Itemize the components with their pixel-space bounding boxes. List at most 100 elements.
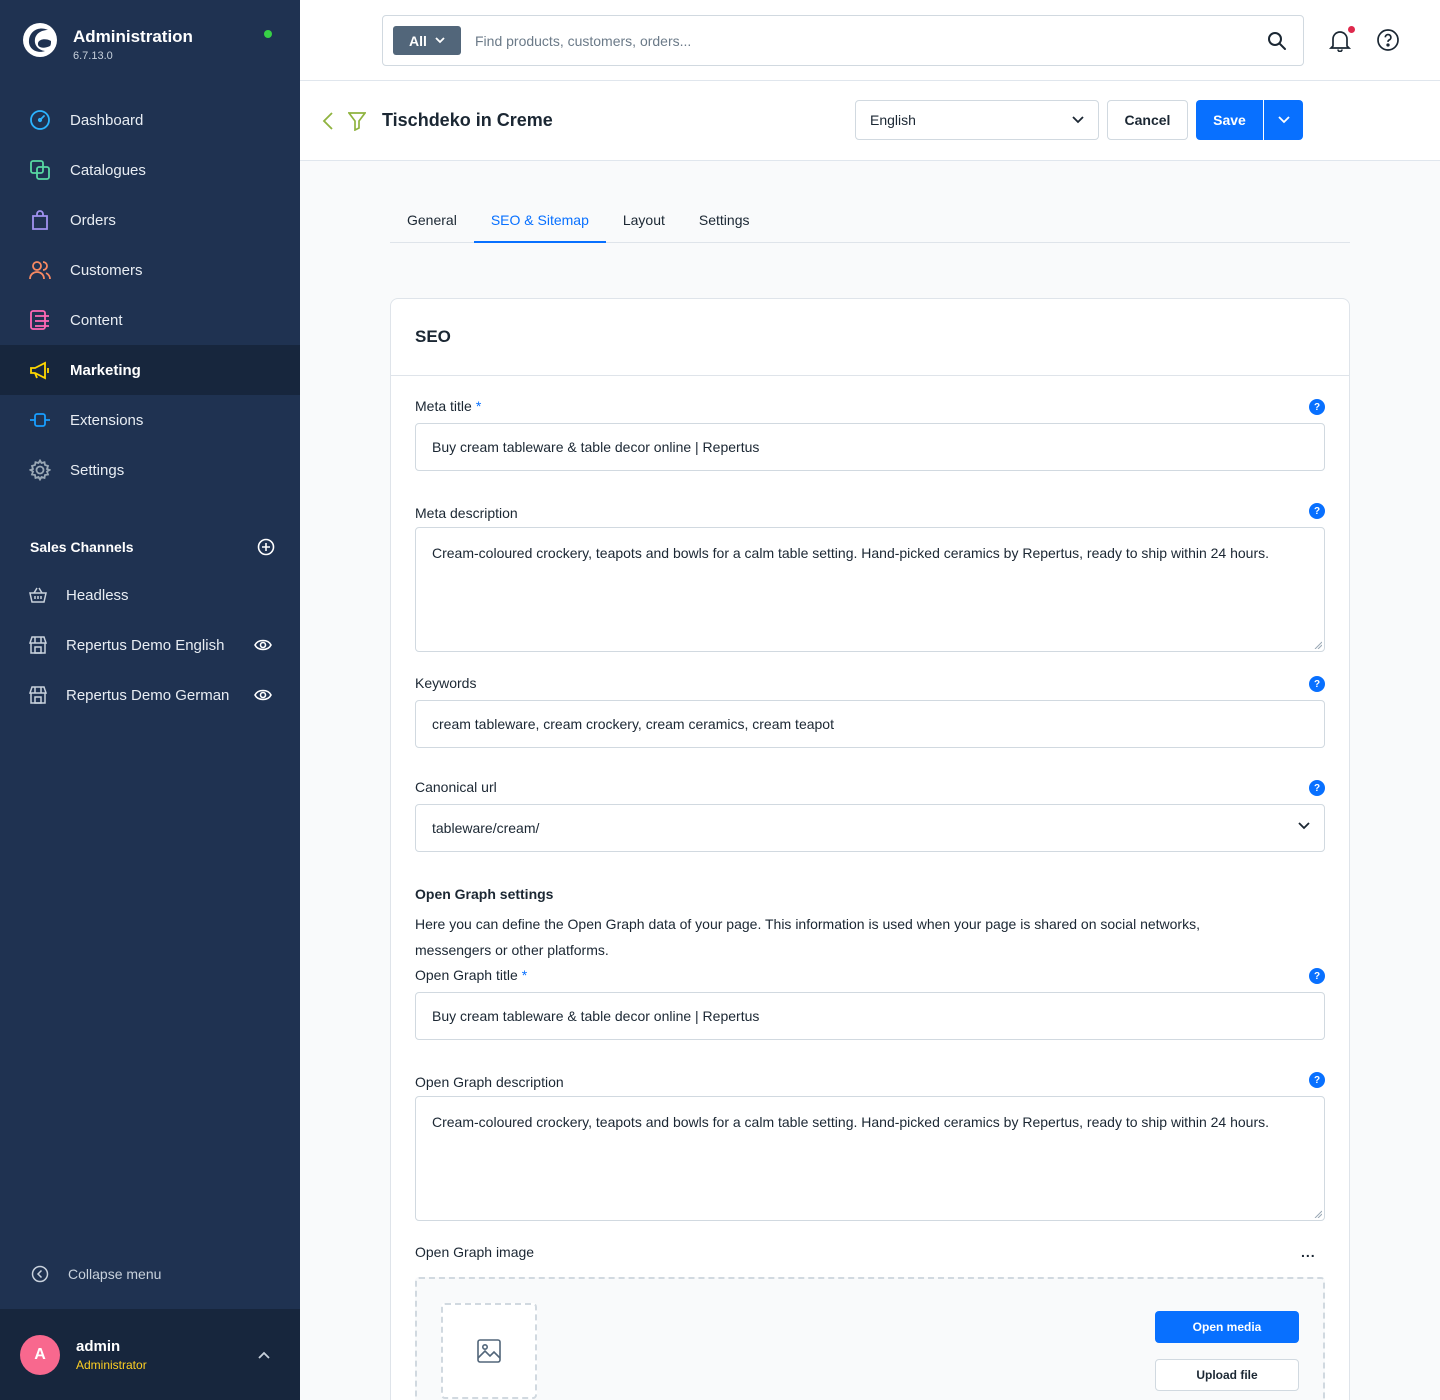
resize-handle-icon[interactable] — [1314, 1210, 1322, 1218]
more-options-icon[interactable]: ... — [1301, 1244, 1316, 1260]
keywords-label: Keywords — [415, 675, 477, 691]
canonical-url-label: Canonical url — [415, 779, 497, 795]
tab-general[interactable]: General — [390, 199, 474, 242]
og-image-label: Open Graph image — [415, 1244, 535, 1260]
language-value: English — [870, 112, 916, 128]
save-button[interactable]: Save — [1196, 100, 1263, 140]
app-version: 6.7.13.0 — [73, 50, 113, 62]
nav-label: Dashboard — [70, 111, 144, 129]
chevron-down-icon — [1072, 116, 1084, 124]
og-title-input[interactable]: Buy cream tableware & table decor online… — [415, 992, 1325, 1040]
collapse-menu-label: Collapse menu — [68, 1266, 162, 1282]
nav-label: Orders — [70, 211, 116, 229]
search-type-label: All — [409, 32, 427, 49]
catalogues-icon — [28, 158, 52, 182]
storefront-icon — [29, 633, 47, 657]
tab-seo-sitemap[interactable]: SEO & Sitemap — [473, 199, 606, 243]
user-role: Administrator — [76, 1357, 147, 1372]
image-placeholder-icon — [477, 1339, 501, 1363]
card-title: SEO — [391, 299, 1349, 376]
help-tooltip-icon[interactable]: ? — [1309, 399, 1325, 415]
help-tooltip-icon[interactable]: ? — [1309, 676, 1325, 692]
sales-channel-repertus-en[interactable]: Repertus Demo English — [0, 620, 300, 670]
meta-title-input[interactable]: Buy cream tableware & table decor online… — [415, 423, 1325, 471]
eye-icon[interactable] — [254, 688, 272, 702]
meta-description-value: Cream-coloured crockery, teapots and bow… — [432, 545, 1270, 561]
canonical-url-value: tableware/cream/ — [432, 820, 540, 836]
upload-file-button[interactable]: Upload file — [1155, 1359, 1299, 1391]
extensions-icon — [28, 408, 52, 432]
search-input[interactable] — [475, 16, 1267, 65]
nav-item-orders[interactable]: Orders — [0, 195, 300, 245]
online-status-dot — [264, 30, 272, 38]
chevron-down-icon — [1298, 822, 1310, 830]
save-options-button[interactable] — [1264, 100, 1303, 140]
nav-item-catalogues[interactable]: Catalogues — [0, 145, 300, 195]
tab-settings[interactable]: Settings — [682, 199, 767, 242]
chevron-left-circle-icon — [30, 1264, 50, 1284]
chevron-up-icon[interactable] — [258, 1351, 270, 1359]
topbar: All — [300, 0, 1440, 81]
chevron-down-icon — [435, 37, 445, 44]
og-description-label: Open Graph description — [415, 1074, 564, 1090]
marketing-icon — [28, 358, 52, 382]
canonical-url-select[interactable]: tableware/cream/ — [415, 804, 1325, 852]
required-asterisk: * — [475, 398, 482, 414]
avatar: A — [20, 1334, 60, 1375]
chevron-down-icon — [1277, 116, 1290, 124]
meta-description-textarea[interactable]: Cream-coloured crockery, teapots and bow… — [415, 527, 1325, 652]
nav-item-dashboard[interactable]: Dashboard — [0, 95, 300, 145]
language-switch[interactable]: English — [855, 100, 1099, 140]
help-tooltip-icon[interactable]: ? — [1309, 1072, 1325, 1088]
nav-item-customers[interactable]: Customers — [0, 245, 300, 295]
keywords-input[interactable]: cream tableware, cream crockery, cream c… — [415, 700, 1325, 748]
add-sales-channel-icon[interactable] — [257, 538, 275, 556]
nav-item-extensions[interactable]: Extensions — [0, 395, 300, 445]
help-icon[interactable] — [1376, 28, 1400, 52]
nav-label: Marketing — [70, 361, 141, 379]
smart-bar: Tischdeko in Creme English Cancel Save — [300, 81, 1440, 161]
shopware-logo-icon — [23, 23, 57, 57]
og-description-value: Cream-coloured crockery, teapots and bow… — [432, 1114, 1270, 1130]
sales-channel-label: Repertus Demo English — [66, 636, 225, 654]
sales-channel-label: Headless — [66, 586, 129, 604]
sales-channel-list: Headless Repertus Demo English Repertus … — [0, 570, 300, 720]
open-media-button[interactable]: Open media — [1155, 1311, 1299, 1343]
seo-card: SEO Meta title * ? Buy cream tableware & … — [390, 298, 1350, 1400]
open-graph-description-text: Here you can define the Open Graph data … — [415, 916, 1200, 958]
search-icon[interactable] — [1267, 31, 1287, 51]
search-type-dropdown[interactable]: All — [393, 26, 461, 55]
og-description-textarea[interactable]: Cream-coloured crockery, teapots and bow… — [415, 1096, 1325, 1221]
meta-title-label-text: Meta title — [415, 398, 472, 414]
help-tooltip-icon[interactable]: ? — [1309, 780, 1325, 796]
basket-icon — [29, 583, 47, 607]
help-tooltip-icon[interactable]: ? — [1309, 503, 1325, 519]
eye-icon[interactable] — [254, 638, 272, 652]
brand[interactable]: Administration 6.7.13.0 — [22, 22, 193, 62]
sales-channel-label: Repertus Demo German — [66, 686, 230, 704]
meta-description-label: Meta description — [415, 505, 518, 521]
dynamic-group-filter-icon — [348, 112, 366, 131]
tab-layout[interactable]: Layout — [606, 199, 682, 242]
media-upload-dropzone[interactable]: Open media Upload file — [415, 1277, 1325, 1400]
user-name: admin — [76, 1337, 121, 1355]
back-arrow-icon[interactable] — [320, 111, 338, 131]
storefront-icon — [29, 683, 47, 707]
sales-channel-headless[interactable]: Headless — [0, 570, 300, 620]
nav-item-settings[interactable]: Settings — [0, 445, 300, 495]
sales-channel-repertus-de[interactable]: Repertus Demo German — [0, 670, 300, 720]
settings-icon — [28, 458, 52, 482]
collapse-menu-button[interactable]: Collapse menu — [30, 1264, 161, 1284]
global-search: All — [382, 15, 1304, 66]
nav-item-content[interactable]: Content — [0, 295, 300, 345]
notification-badge — [1348, 26, 1355, 33]
cancel-button[interactable]: Cancel — [1107, 100, 1188, 140]
nav-label: Customers — [70, 261, 143, 279]
resize-handle-icon[interactable] — [1314, 641, 1322, 649]
content-icon — [28, 308, 52, 332]
user-menu[interactable]: A admin Administrator — [0, 1309, 300, 1400]
orders-icon — [28, 208, 52, 232]
help-tooltip-icon[interactable]: ? — [1309, 968, 1325, 984]
og-title-label-text: Open Graph title — [415, 967, 518, 983]
nav-item-marketing[interactable]: Marketing — [0, 345, 300, 395]
